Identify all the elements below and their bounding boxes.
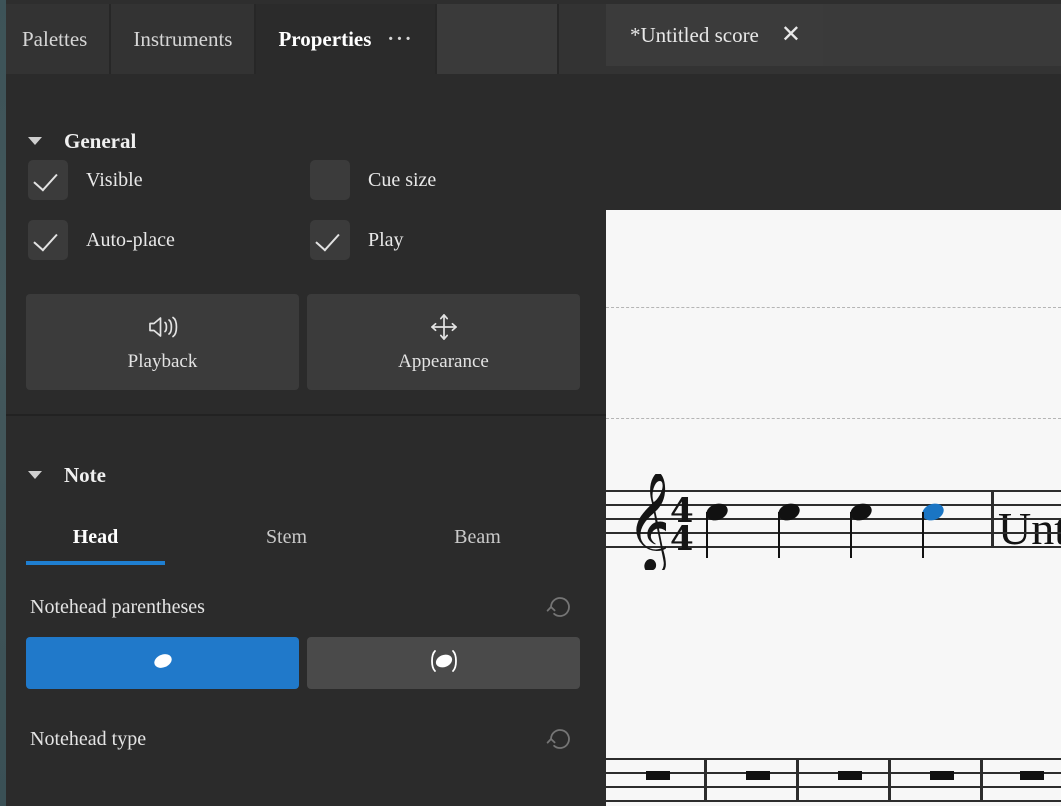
note-stem[interactable] (850, 512, 853, 558)
tab-properties[interactable]: Properties ··· (256, 4, 438, 74)
checkbox-auto-place-label: Auto-place (86, 228, 175, 251)
note-stem[interactable] (922, 512, 925, 558)
whole-rest[interactable] (838, 771, 862, 780)
tab-strip-filler (437, 4, 560, 74)
chevron-down-icon[interactable] (28, 471, 42, 479)
time-signature[interactable]: 4 4 (668, 496, 698, 556)
general-section-header[interactable]: General (0, 74, 606, 160)
check-icon-cue-size[interactable] (310, 160, 350, 200)
note-stem[interactable] (706, 512, 709, 558)
notehead-parentheses-icon (418, 646, 470, 681)
staff-line (606, 758, 1061, 760)
check-icon-auto-place[interactable] (28, 220, 68, 260)
appearance-button[interactable]: Appearance (307, 294, 580, 390)
barline (991, 490, 994, 548)
note-section-header[interactable]: Note (0, 416, 606, 502)
tab-instruments[interactable]: Instruments (111, 4, 257, 74)
general-action-buttons: Playback Appearance (0, 280, 606, 390)
general-section-title: General (64, 128, 137, 153)
notehead-parentheses-label: Notehead parentheses (30, 595, 205, 618)
subtab-beam[interactable]: Beam (382, 526, 573, 565)
barline (704, 758, 707, 802)
panel-tab-group: Palettes Instruments Properties ··· (0, 4, 560, 74)
score-canvas[interactable]: Unt 𝄞 4 4 (606, 74, 1061, 806)
notehead-type-row: Notehead type (0, 689, 606, 755)
checkbox-play-label: Play (368, 228, 404, 251)
title-frame-top-line (606, 307, 1061, 308)
staff-system-2[interactable] (606, 758, 1061, 806)
tab-palettes-label: Palettes (22, 26, 88, 51)
subtab-head[interactable]: Head (0, 526, 191, 565)
properties-panel: General Visible Cue size Auto-place Play… (0, 74, 606, 806)
checkbox-row-2: Auto-place Play (28, 220, 606, 260)
subtab-stem-label: Stem (265, 526, 308, 548)
score-tab-group: *Untitled score ✕ (606, 4, 1061, 74)
speaker-wave-icon (146, 312, 180, 342)
check-icon-play[interactable] (310, 220, 350, 260)
chevron-down-icon[interactable] (28, 137, 42, 145)
treble-clef-icon[interactable]: 𝄞 (622, 474, 666, 570)
score-page[interactable]: Unt 𝄞 4 4 (606, 210, 1061, 806)
barline (888, 758, 891, 802)
general-section: General Visible Cue size Auto-place Play… (0, 74, 606, 416)
notehead-plain-option[interactable] (26, 637, 299, 689)
checkbox-auto-place[interactable]: Auto-place (28, 220, 310, 260)
note-section-title: Note (64, 462, 106, 487)
checkbox-cue-size[interactable]: Cue size (310, 160, 592, 200)
subtab-beam-label: Beam (454, 526, 501, 548)
checkbox-visible[interactable]: Visible (28, 160, 310, 200)
checkbox-cue-size-label: Cue size (368, 168, 437, 191)
checkbox-visible-label: Visible (86, 168, 143, 191)
playback-button-label: Playback (127, 350, 198, 372)
note-subtab-group: Head Stem Beam (0, 502, 606, 565)
tab-instruments-label: Instruments (133, 26, 233, 51)
window-left-edge (0, 0, 6, 806)
score-tab-untitled[interactable]: *Untitled score ✕ (606, 4, 823, 66)
move-arrows-icon (429, 312, 459, 342)
subtab-stem[interactable]: Stem (191, 526, 382, 565)
score-tab-label: *Untitled score (630, 22, 759, 47)
playback-button[interactable]: Playback (26, 294, 299, 390)
barline (980, 758, 983, 802)
staff-system-1[interactable]: 𝄞 4 4 (606, 474, 1061, 580)
tab-properties-label: Properties (278, 26, 372, 51)
whole-rest[interactable] (746, 771, 770, 780)
reset-arrow-icon[interactable] (544, 591, 576, 623)
svg-text:4: 4 (670, 519, 694, 556)
reset-arrow-icon[interactable] (544, 723, 576, 755)
staff-line (606, 786, 1061, 788)
svg-text:𝄞: 𝄞 (626, 474, 666, 570)
staff-line (606, 772, 1061, 774)
score-tab-empty-area (823, 4, 1061, 66)
whole-rest[interactable] (1020, 771, 1044, 780)
notehead-parentheses-options (0, 623, 606, 689)
notehead-parentheses-option[interactable] (307, 637, 580, 689)
notehead-plain-icon (149, 650, 177, 677)
whole-rest[interactable] (646, 771, 670, 780)
general-checkbox-grid: Visible Cue size Auto-place Play (0, 160, 606, 260)
close-icon[interactable]: ✕ (781, 23, 801, 47)
checkbox-play[interactable]: Play (310, 220, 592, 260)
barline (796, 758, 799, 802)
tab-palettes[interactable]: Palettes (0, 4, 112, 74)
appearance-button-label: Appearance (398, 350, 489, 372)
title-frame-bottom-line (606, 418, 1061, 419)
note-section: Note Head Stem Beam Notehead parentheses (0, 416, 606, 755)
checkbox-row-1: Visible Cue size (28, 160, 606, 200)
staff-line (606, 800, 1061, 802)
notehead-type-label: Notehead type (30, 727, 147, 750)
whole-rest[interactable] (930, 771, 954, 780)
notehead-parentheses-row: Notehead parentheses (0, 565, 606, 623)
check-icon-visible[interactable] (28, 160, 68, 200)
top-tab-bar: Palettes Instruments Properties ··· *Unt… (0, 0, 1061, 74)
subtab-head-label: Head (72, 526, 119, 548)
note-stem[interactable] (778, 512, 781, 558)
tab-overflow-menu-icon[interactable]: ··· (387, 28, 413, 51)
musescore-window: Palettes Instruments Properties ··· *Unt… (0, 0, 1061, 806)
